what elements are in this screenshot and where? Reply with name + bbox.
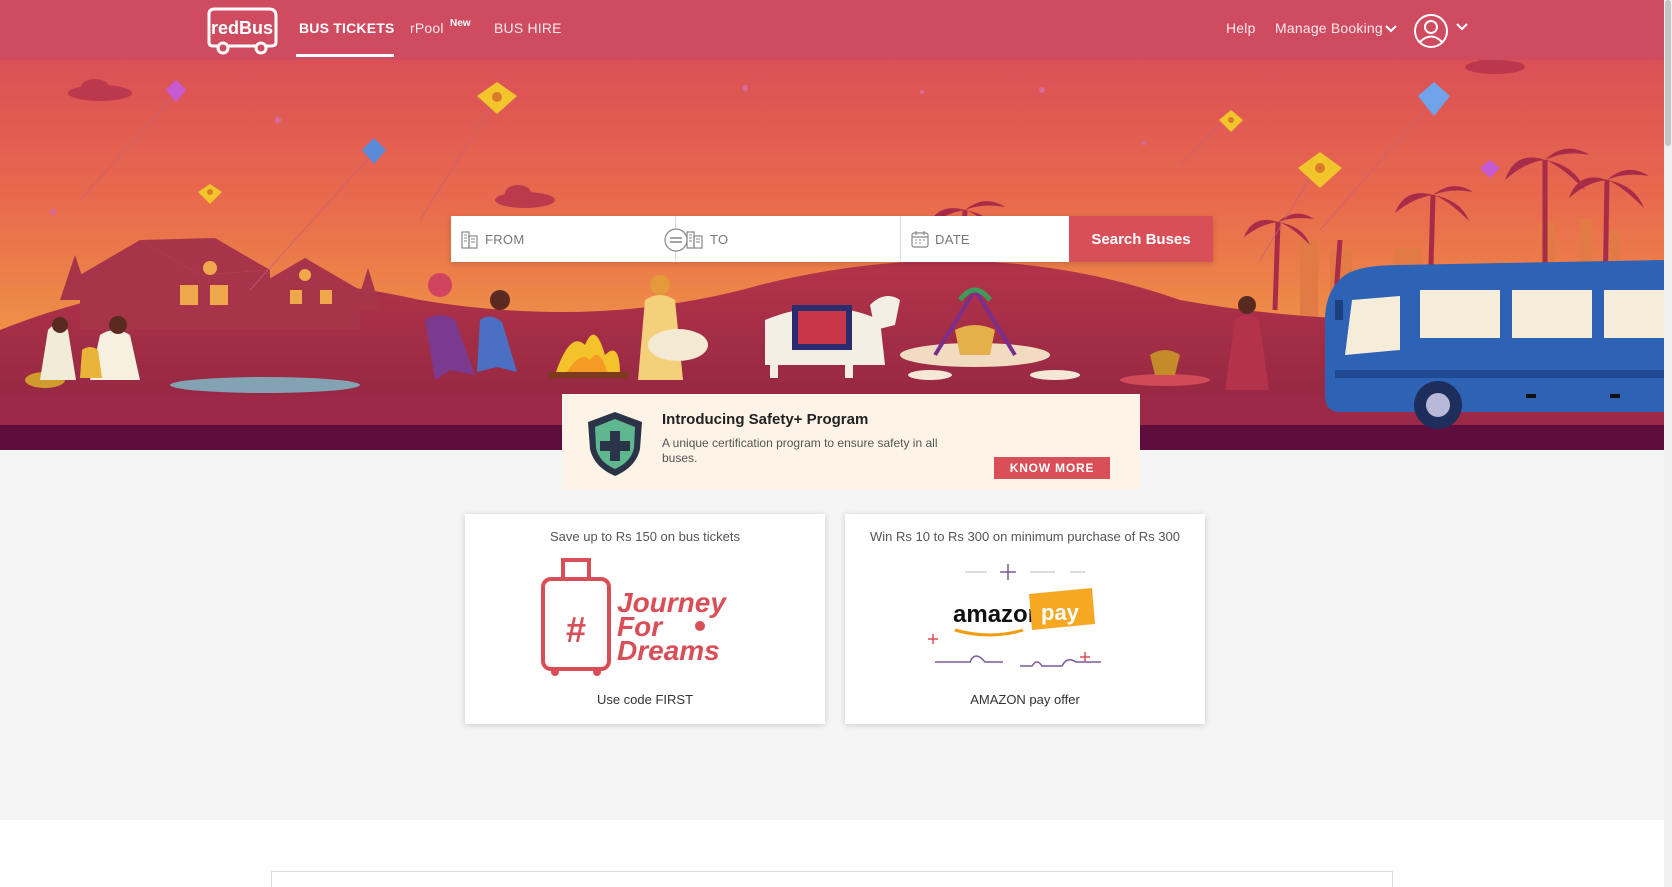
svg-text:redBus: redBus: [211, 18, 273, 38]
redbus-logo[interactable]: redBus: [203, 6, 281, 56]
from-placeholder: FROM: [485, 232, 525, 247]
new-badge: New: [450, 18, 471, 29]
date-placeholder: DATE: [935, 232, 970, 247]
safety-plus-banner: Introducing Safety+ Program A unique cer…: [562, 394, 1140, 490]
page: redBus BUS TICKETS rPool New BUS HIRE He…: [0, 0, 1672, 887]
chevron-down-icon[interactable]: [1384, 24, 1398, 34]
svg-text:pay: pay: [1041, 600, 1080, 625]
scrollbar-thumb[interactable]: [1665, 0, 1671, 146]
shield-plus-icon: [588, 412, 642, 476]
offer-footer: AMAZON pay offer: [970, 692, 1080, 707]
journey-for-dreams-graphic: # Journey For Dreams: [541, 558, 727, 676]
svg-text:amazon: amazon: [953, 601, 1042, 628]
search-form: FROM TO DATE Search Buses: [451, 216, 1213, 262]
top-navigation-bar: redBus BUS TICKETS rPool New BUS HIRE He…: [0, 0, 1664, 60]
svg-text:#: #: [566, 609, 586, 650]
active-tab-indicator: [296, 54, 394, 57]
to-placeholder: TO: [710, 232, 729, 247]
swap-icon[interactable]: [663, 227, 689, 253]
nav-rpool[interactable]: rPool: [410, 20, 444, 36]
from-field[interactable]: FROM: [451, 216, 676, 262]
amazon-pay-graphic: amazon pay: [928, 564, 1101, 667]
date-field[interactable]: DATE: [901, 216, 1069, 262]
search-buses-button[interactable]: Search Buses: [1069, 216, 1213, 262]
offer-headline: Save up to Rs 150 on bus tickets: [549, 529, 741, 544]
nav-manage-booking[interactable]: Manage Booking: [1275, 20, 1383, 36]
svg-text:Dreams: Dreams: [617, 635, 720, 666]
user-circle-icon[interactable]: [1413, 13, 1449, 49]
offer-card[interactable]: Save up to Rs 150 on bus tickets # Journ…: [465, 514, 825, 724]
nav-bus-hire[interactable]: BUS HIRE: [494, 20, 562, 36]
city-building-icon: [461, 231, 478, 249]
content-box: [271, 871, 1393, 887]
safety-title: Introducing Safety+ Program: [662, 411, 869, 428]
nav-help[interactable]: Help: [1226, 20, 1256, 36]
nav-bus-tickets[interactable]: BUS TICKETS: [299, 20, 395, 36]
calendar-icon: [911, 231, 929, 248]
offer-footer: Use code FIRST: [596, 692, 694, 707]
chevron-down-icon[interactable]: [1455, 22, 1469, 32]
offer-headline: Win Rs 10 to Rs 300 on minimum purchase …: [870, 529, 1180, 544]
safety-description: A unique certification program to ensure…: [662, 436, 938, 465]
to-field[interactable]: TO: [676, 216, 901, 262]
know-more-button[interactable]: KNOW MORE: [994, 457, 1110, 479]
offer-card[interactable]: Win Rs 10 to Rs 300 on minimum purchase …: [845, 514, 1205, 724]
